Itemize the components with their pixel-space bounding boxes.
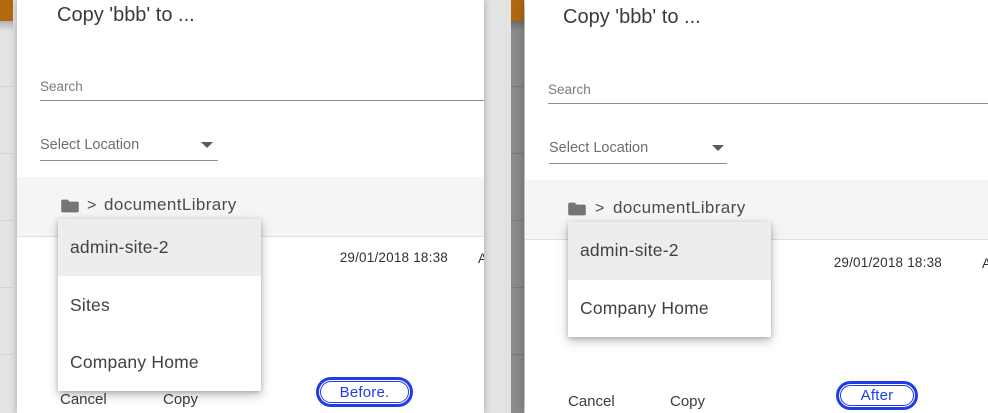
dialog-title: Copy 'bbb' to ... (563, 6, 701, 28)
breadcrumb-current-folder[interactable]: documentLibrary (613, 196, 746, 220)
row-modified-date: 29/01/2018 18:38 (833, 255, 942, 270)
select-location-placeholder: Select Location (40, 137, 140, 153)
location-options-menu: admin-site-2 Sites Company Home (58, 219, 261, 392)
page-edge-backdrop (511, 0, 524, 413)
app-toolbar-fragment (511, 0, 524, 21)
breadcrumb-separator: > (87, 197, 97, 214)
row-clipped-text: A (982, 256, 988, 271)
toolbar-shadow (0, 21, 13, 31)
comparison-screenshot: Copy 'bbb' to ... Search Select Location… (0, 0, 988, 413)
select-location-placeholder: Select Location (549, 140, 649, 156)
chevron-down-icon (201, 142, 213, 148)
chevron-down-icon (712, 145, 724, 151)
menu-item-admin-site-2[interactable]: admin-site-2 (568, 222, 771, 280)
breadcrumb-current-folder[interactable]: documentLibrary (104, 193, 237, 217)
before-annotation-label: Before. (320, 381, 409, 403)
cancel-button[interactable]: Cancel (60, 390, 107, 410)
cancel-button[interactable]: Cancel (568, 392, 615, 412)
folder-icon (61, 199, 79, 213)
page-edge-backdrop (0, 0, 13, 413)
breadcrumb-separator: > (595, 200, 605, 217)
search-placeholder: Search (548, 82, 591, 97)
search-placeholder: Search (40, 79, 83, 94)
row-modified-date: 29/01/2018 18:38 (339, 250, 448, 265)
menu-item-sites[interactable]: Sites (58, 276, 261, 333)
row-clipped-text: A (478, 251, 484, 266)
after-panel: Copy 'bbb' to ... Search Select Location… (511, 0, 988, 413)
app-toolbar-fragment (0, 0, 13, 21)
select-underline (549, 163, 727, 164)
copy-button[interactable]: Copy (670, 392, 705, 412)
menu-item-company-home[interactable]: Company Home (568, 280, 771, 338)
toolbar-shadow (511, 21, 524, 31)
search-underline (548, 103, 988, 104)
search-underline (40, 100, 484, 101)
menu-item-admin-site-2[interactable]: admin-site-2 (58, 219, 261, 277)
select-underline (40, 160, 218, 161)
copy-button[interactable]: Copy (163, 390, 198, 410)
dialog-title: Copy 'bbb' to ... (57, 4, 195, 26)
folder-icon (568, 202, 586, 216)
menu-item-company-home[interactable]: Company Home (58, 334, 261, 391)
after-annotation-label: After (840, 385, 914, 406)
copy-dialog: Copy 'bbb' to ... Search Select Location… (525, 0, 988, 413)
location-options-menu: admin-site-2 Company Home (568, 222, 771, 337)
before-annotation-badge: Before. (316, 377, 413, 407)
before-panel: Copy 'bbb' to ... Search Select Location… (0, 0, 511, 413)
after-annotation-badge: After (836, 381, 918, 410)
